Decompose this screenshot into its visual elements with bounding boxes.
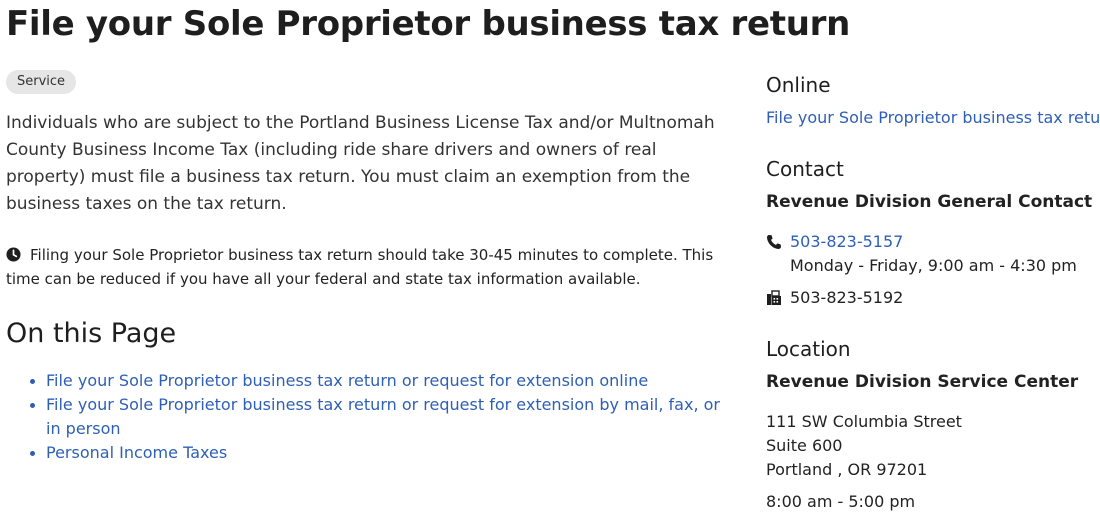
duration-notice-text: Filing your Sole Proprietor business tax…: [6, 246, 714, 288]
contact-fax-row: 503-823-5192: [766, 286, 1100, 310]
contact-phone-row: 503-823-5157 Monday - Friday, 9:00 am - …: [766, 230, 1100, 278]
location-address-line-3: Portland , OR 97201: [766, 460, 928, 479]
page-title: File your Sole Proprietor business tax r…: [6, 4, 850, 44]
location-address-line-1: 111 SW Columbia Street: [766, 412, 962, 431]
duration-notice: Filing your Sole Proprietor business tax…: [6, 243, 732, 291]
toc-item: File your Sole Proprietor business tax r…: [6, 393, 732, 441]
location-name: Revenue Division Service Center: [766, 372, 1079, 392]
toc-link-online[interactable]: File your Sole Proprietor business tax r…: [46, 371, 648, 390]
contact-heading: Contact: [766, 157, 844, 181]
sidebar: Online File your Sole Proprietor busines…: [766, 72, 1100, 514]
phone-icon: [767, 235, 781, 249]
toc-item: Personal Income Taxes: [6, 441, 732, 465]
toc-item: File your Sole Proprietor business tax r…: [6, 369, 732, 393]
contact-phone-link[interactable]: 503-823-5157: [790, 232, 903, 251]
location-address-line-2: Suite 600: [766, 436, 843, 455]
service-badge: Service: [6, 70, 77, 94]
location-heading: Location: [766, 337, 851, 361]
online-file-link[interactable]: File your Sole Proprietor business tax r…: [766, 108, 1100, 127]
main-content: Service Individuals who are subject to t…: [6, 70, 736, 465]
online-heading: Online: [766, 73, 831, 97]
toc-link-mail-fax-person[interactable]: File your Sole Proprietor business tax r…: [46, 395, 720, 438]
clock-icon: [6, 247, 21, 262]
contact-fax: 503-823-5192: [790, 288, 904, 307]
contact-hours: Monday - Friday, 9:00 am - 4:30 pm: [790, 256, 1077, 275]
intro-paragraph: Individuals who are subject to the Portl…: [6, 113, 715, 214]
on-this-page-heading: On this Page: [6, 318, 177, 349]
on-this-page-list: File your Sole Proprietor business tax r…: [6, 369, 736, 465]
location-hours: 8:00 am - 5:00 pm: [766, 492, 916, 511]
fax-icon: [767, 290, 781, 305]
toc-link-personal-income-taxes[interactable]: Personal Income Taxes: [46, 443, 227, 462]
contact-name: Revenue Division General Contact: [766, 192, 1093, 212]
